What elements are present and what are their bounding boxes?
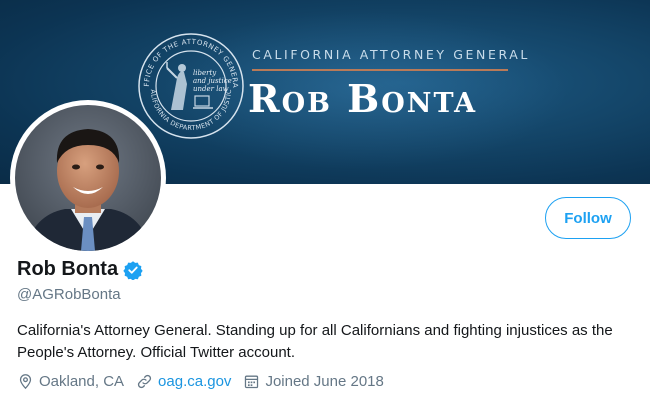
- banner-name: Rob Bonta: [248, 76, 478, 121]
- avatar-photo: [15, 105, 161, 251]
- profile-name-row: Rob Bonta: [17, 258, 143, 281]
- follow-button[interactable]: Follow: [545, 197, 631, 239]
- joined-item: Joined June 2018: [243, 373, 384, 390]
- joined-text: Joined June 2018: [265, 373, 384, 390]
- profile-meta: Oakland, CA oag.ca.gov Joined June 2018: [17, 373, 396, 390]
- seal-motto-3: under law: [193, 85, 229, 93]
- banner-subtitle: CALIFORNIA ATTORNEY GENERAL: [252, 47, 530, 62]
- website-item[interactable]: oag.ca.gov: [136, 373, 231, 390]
- attorney-general-seal: OFFICE OF THE ATTORNEY GENERAL CALIFORNI…: [137, 32, 244, 139]
- calendar-icon: [245, 375, 259, 389]
- profile-bio: California's Attorney General. Standing …: [17, 322, 613, 361]
- profile-handle: @AGRobBonta: [17, 286, 121, 303]
- display-name: Rob Bonta: [17, 258, 119, 280]
- location-item: Oakland, CA: [17, 373, 124, 390]
- verified-badge-icon: [123, 260, 143, 280]
- seal-motto-2: and justice: [193, 77, 232, 85]
- banner-divider: [252, 69, 508, 71]
- website-link[interactable]: oag.ca.gov: [158, 373, 231, 390]
- link-icon: [137, 374, 152, 389]
- location-text: Oakland, CA: [39, 373, 125, 390]
- seal-motto-1: liberty: [193, 69, 217, 77]
- avatar[interactable]: [15, 105, 161, 251]
- location-pin-icon: [19, 374, 32, 390]
